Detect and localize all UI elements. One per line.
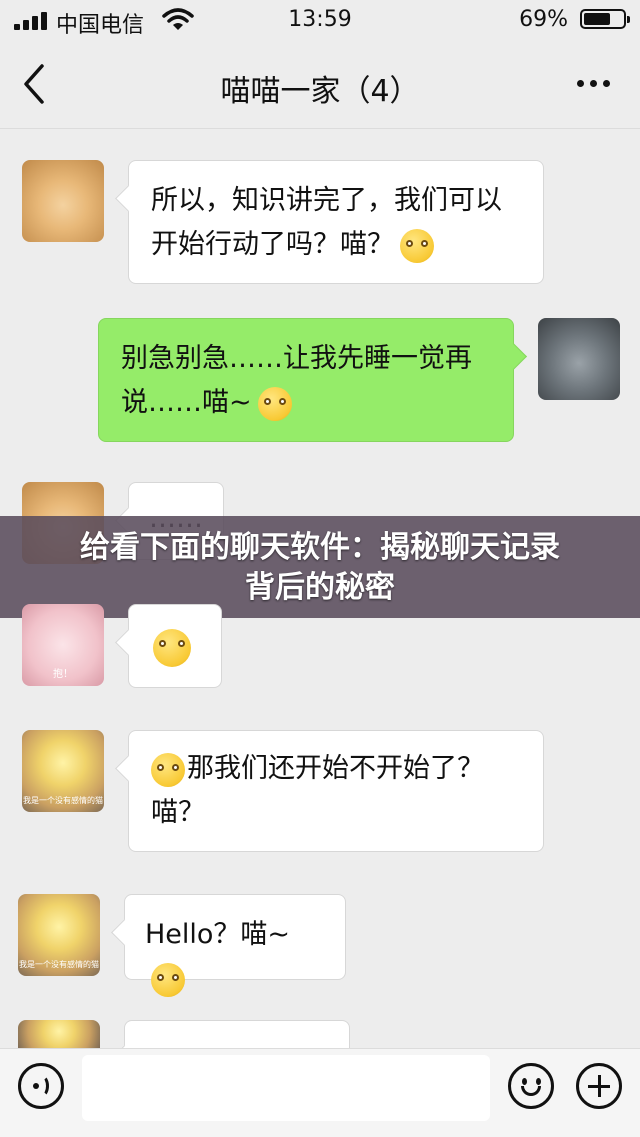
- message-bubble[interactable]: [128, 604, 222, 688]
- message-text: Hello？喵~: [145, 913, 325, 1001]
- blush-emoji-icon: [257, 386, 292, 421]
- message-text: 那我们还开始不开始了？: [151, 747, 521, 791]
- battery-fill: [584, 13, 611, 25]
- chat-title: 喵喵一家（4）: [220, 74, 420, 109]
- banner-line-2: 背后的秘密: [245, 570, 395, 605]
- smile-emoji-icon: [400, 228, 434, 263]
- avatar[interactable]: 抱！: [22, 604, 104, 686]
- message-bubble[interactable]: 那我们还开始不开始了？ 喵？: [128, 730, 544, 852]
- more-icon[interactable]: [574, 72, 616, 96]
- battery-percent: 69%: [519, 7, 568, 32]
- banner-line-1: 给看下面的聊天软件：揭秘聊天记录: [80, 530, 560, 565]
- message-bubble[interactable]: Hello？喵~: [124, 894, 346, 997]
- input-bar: [0, 1048, 640, 1137]
- avatar[interactable]: 我是一个没有感情的猫: [22, 730, 104, 812]
- message-text: 开始行动了吗？喵？: [151, 223, 521, 267]
- avatar-caption: 抱！: [53, 669, 73, 680]
- avatar[interactable]: [18, 1020, 100, 1048]
- plus-icon[interactable]: [576, 1063, 622, 1109]
- message-bubble[interactable]: 别急别急……让我先睡一觉再 说……喵~: [98, 318, 514, 442]
- title-banner: 给看下面的聊天软件：揭秘聊天记录 背后的秘密: [0, 516, 640, 618]
- message-text: 别急别急……让我先睡一觉再: [121, 343, 472, 374]
- message-input[interactable]: [82, 1055, 490, 1121]
- surprised-emoji-icon: [151, 962, 185, 997]
- battery-icon: [580, 9, 630, 29]
- sweat-emoji-icon: [153, 628, 191, 667]
- message-bubble[interactable]: 所以，知识讲完了，我们可以 开始行动了吗？喵？: [128, 160, 544, 284]
- message-text: 所以，知识讲完了，我们可以: [151, 185, 502, 216]
- avatar[interactable]: [22, 160, 104, 242]
- voice-icon[interactable]: [18, 1063, 64, 1109]
- message-text: 喵？: [151, 797, 205, 828]
- message-text: 说……喵~: [121, 381, 491, 425]
- status-bar: 中国电信 13:59 69%: [0, 0, 640, 40]
- avatar-caption: 我是一个没有感情的猫: [19, 960, 99, 969]
- confused-emoji-icon: [151, 752, 185, 787]
- avatar-caption: 我是一个没有感情的猫: [23, 796, 103, 805]
- chat-header: 喵喵一家（4）: [0, 40, 640, 129]
- avatar[interactable]: [538, 318, 620, 400]
- avatar[interactable]: 我是一个没有感情的猫: [18, 894, 100, 976]
- emoji-icon[interactable]: [508, 1063, 554, 1109]
